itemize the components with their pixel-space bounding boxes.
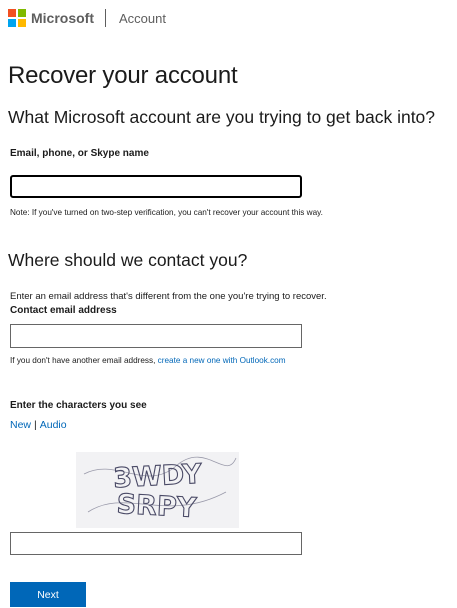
contact-email-input[interactable] bbox=[10, 324, 302, 348]
captcha-links: New | Audio bbox=[10, 419, 67, 431]
header: Microsoft Account bbox=[8, 8, 166, 28]
create-outlook-link[interactable]: create a new one with Outlook.com bbox=[158, 356, 286, 365]
account-identifier-input[interactable] bbox=[10, 175, 302, 198]
contact-heading: Where should we contact you? bbox=[8, 250, 248, 270]
logo-square-blue bbox=[8, 19, 16, 27]
account-question-heading: What Microsoft account are you trying to… bbox=[8, 107, 436, 127]
header-divider bbox=[105, 9, 106, 27]
captcha-image: 3WDY SRPY bbox=[76, 452, 239, 528]
logo-square-yellow bbox=[18, 19, 26, 27]
microsoft-logo-icon[interactable] bbox=[8, 9, 26, 27]
account-field-label: Email, phone, or Skype name bbox=[10, 148, 149, 159]
contact-email-label: Contact email address bbox=[10, 305, 117, 316]
outlook-hint-text: If you don't have another email address, bbox=[10, 356, 158, 365]
captcha-link-separator: | bbox=[34, 419, 37, 431]
outlook-hint: If you don't have another email address,… bbox=[10, 356, 286, 365]
captcha-label: Enter the characters you see bbox=[10, 400, 147, 411]
next-button[interactable]: Next bbox=[10, 582, 86, 607]
captcha-audio-link[interactable]: Audio bbox=[40, 419, 67, 431]
page-title: Recover your account bbox=[8, 62, 238, 89]
logo-square-green bbox=[18, 9, 26, 17]
brand-name[interactable]: Microsoft bbox=[31, 10, 94, 26]
contact-instruction: Enter an email address that's different … bbox=[10, 291, 327, 302]
captcha-input[interactable] bbox=[10, 532, 302, 555]
section-name[interactable]: Account bbox=[119, 11, 166, 26]
captcha-image-svg: 3WDY SRPY bbox=[83, 456, 237, 525]
logo-square-red bbox=[8, 9, 16, 17]
captcha-text-line2: SRPY bbox=[116, 489, 198, 524]
two-step-note: Note: If you've turned on two-step verif… bbox=[10, 208, 323, 217]
captcha-new-link[interactable]: New bbox=[10, 419, 31, 431]
